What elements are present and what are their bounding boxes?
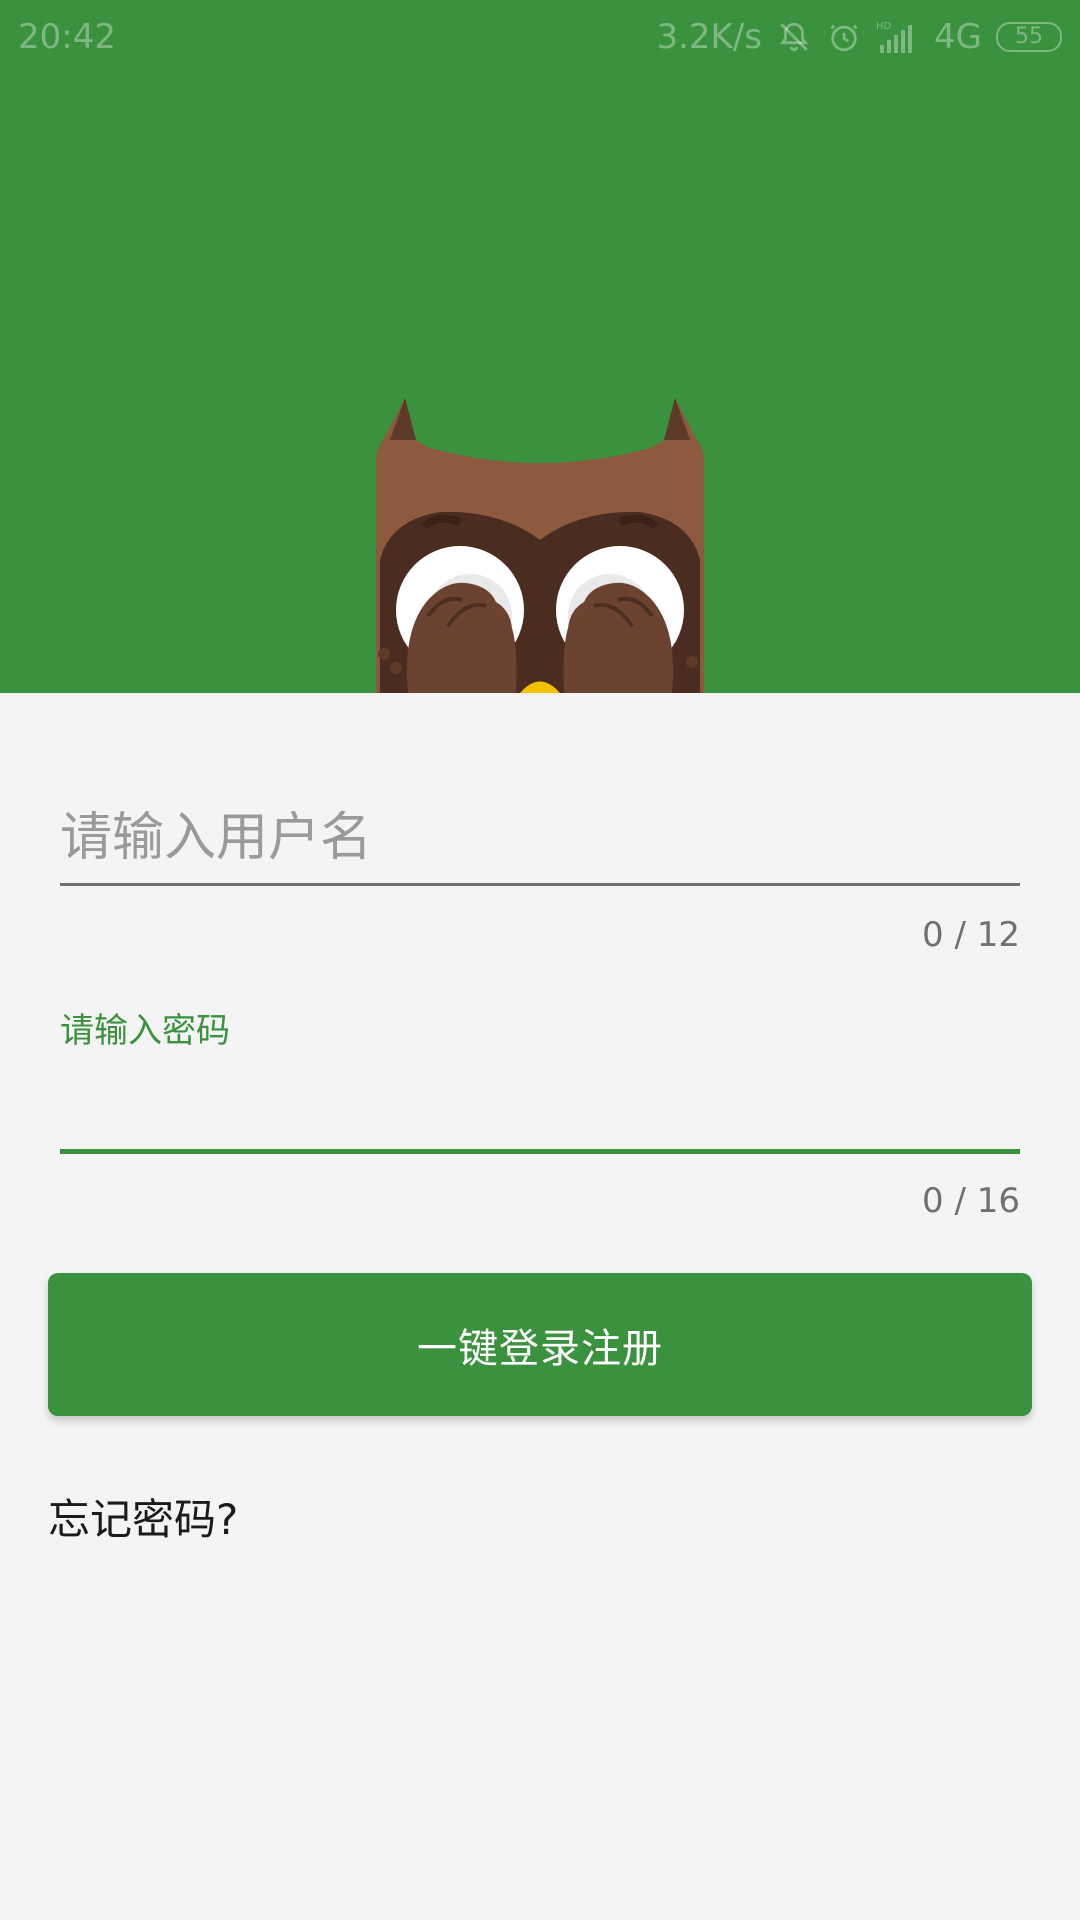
password-label: 请输入密码	[60, 1011, 230, 1051]
svg-text:HD: HD	[876, 21, 892, 32]
login-form: 0 / 12 请输入密码 0 / 16 一键登录注册 忘记密码?	[0, 693, 1080, 1920]
signal-icon: HD	[876, 19, 920, 55]
network-type: 4G	[934, 17, 982, 57]
bell-off-icon	[776, 19, 812, 55]
header-banner: 20:42 3.2K/s HD 4G 55	[0, 0, 1080, 693]
forgot-password-link[interactable]: 忘记密码?	[48, 1486, 238, 1547]
login-register-button[interactable]: 一键登录注册	[48, 1273, 1032, 1416]
alarm-icon	[826, 19, 862, 55]
status-icons: 3.2K/s HD 4G 55	[656, 0, 1062, 74]
login-register-label: 一键登录注册	[417, 1325, 663, 1372]
status-time: 20:42	[18, 17, 116, 57]
owl-illustration	[376, 398, 704, 693]
password-input[interactable]	[60, 1063, 1020, 1143]
login-screen: 20:42 3.2K/s HD 4G 55 请输入用户名 0 / 12 请输入密…	[0, 0, 1080, 1920]
username-input[interactable]	[60, 798, 1020, 878]
username-char-counter: 0 / 12	[922, 915, 1020, 955]
username-underline	[60, 883, 1020, 886]
password-underline	[60, 1149, 1020, 1154]
network-speed: 3.2K/s	[656, 17, 763, 57]
battery-indicator: 55	[996, 22, 1062, 52]
battery-level: 55	[1015, 24, 1043, 49]
owl-right-ear	[664, 398, 690, 440]
status-bar: 20:42 3.2K/s HD 4G 55	[0, 0, 1080, 74]
password-char-counter: 0 / 16	[922, 1181, 1020, 1221]
owl-left-ear	[390, 398, 416, 440]
